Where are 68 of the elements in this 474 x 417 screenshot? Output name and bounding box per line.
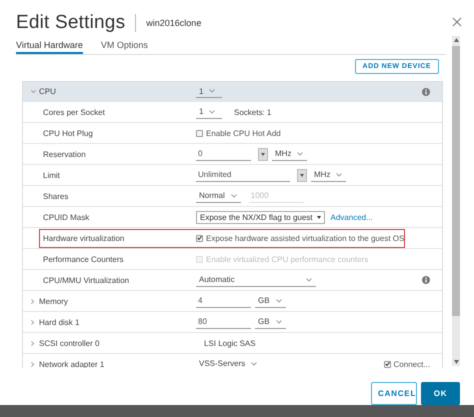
checkbox-label: Connect... [394, 360, 430, 368]
dropdown-arrow-icon[interactable] [261, 152, 265, 156]
input-field: 1000 [248, 190, 304, 202]
select-field[interactable]: GB [255, 294, 286, 308]
caret-icon[interactable] [31, 298, 34, 304]
section-label: SCSI controller 0 [39, 338, 100, 348]
checkbox[interactable] [196, 130, 203, 136]
section-label: CPU [39, 87, 56, 96]
setting-label: CPU Hot Plug [43, 128, 93, 138]
close-icon[interactable] [452, 17, 462, 27]
section-label: Hard disk 1 [39, 318, 80, 326]
select-field[interactable]: Normal [196, 190, 241, 202]
checkbox-label: Enable virtualized CPU performance counters [206, 254, 368, 264]
chevron-icon [297, 152, 304, 156]
dropdown-arrow-icon [316, 216, 321, 218]
tab[interactable]: Virtual Hardware [16, 38, 83, 54]
dropdown-arrow-icon[interactable] [300, 174, 304, 176]
cancel-button[interactable]: CANCEL [371, 382, 417, 405]
setting-label: Shares [43, 192, 68, 200]
select-field[interactable]: Automatic [196, 274, 316, 286]
checkbox[interactable] [196, 234, 203, 242]
scroll-down-icon[interactable] [454, 360, 458, 364]
caret-icon[interactable] [31, 340, 34, 346]
input-field[interactable]: 4 [196, 294, 251, 308]
setting-label: Hardware virtualization [43, 234, 124, 242]
section-label: Memory [39, 296, 68, 306]
info-icon[interactable] [422, 276, 430, 284]
vm-name: win2016clone [146, 18, 202, 28]
scrollbar[interactable] [452, 36, 460, 366]
select-field[interactable]: MHz [272, 148, 308, 160]
setting-label: CPU/MMU Virtualization [43, 276, 130, 284]
checkbox[interactable] [384, 360, 391, 368]
caret-icon[interactable] [31, 320, 34, 324]
chevron-icon [336, 172, 342, 176]
advanced-link[interactable]: Advanced... [330, 212, 373, 222]
chevron-icon [230, 194, 237, 198]
select-field[interactable]: GB [255, 316, 286, 328]
chevron-icon [276, 298, 282, 302]
tab[interactable]: VM Options [100, 38, 148, 54]
select-field[interactable]: 1 [196, 106, 222, 118]
chevron-icon [251, 362, 258, 366]
section-label: Network adapter 1 [39, 360, 104, 368]
setting-label: CPUID Mask [43, 212, 90, 222]
chevron-icon [209, 89, 216, 93]
select-field[interactable]: VSS-Servers [196, 358, 262, 368]
value-text: Sockets: 1 [234, 108, 272, 116]
setting-label: Performance Counters [43, 254, 124, 264]
setting-label: Cores per Socket [43, 108, 105, 116]
caret-icon[interactable] [31, 90, 36, 93]
setting-label: Limit [43, 170, 60, 180]
chevron-icon [276, 320, 282, 324]
chevron-icon [306, 278, 312, 282]
input-field[interactable]: 0 [196, 148, 251, 160]
select-field[interactable]: 1 [196, 85, 222, 98]
dropdown-field[interactable]: Expose the NX/XD flag to guest [196, 210, 325, 224]
ok-button[interactable]: OK [421, 382, 460, 405]
select-field[interactable]: MHz [311, 168, 346, 182]
caret-icon[interactable] [31, 362, 34, 366]
chevron-icon [209, 110, 216, 114]
checkbox-label: Enable CPU Hot Add [206, 128, 281, 138]
checkbox-label: Expose hardware assisted virtualization to the guest OS [206, 234, 404, 242]
setting-label: Reservation [43, 150, 86, 158]
input-field[interactable]: Unlimited [196, 168, 290, 182]
scroll-up-icon[interactable] [454, 38, 458, 42]
dialog-title: Edit Settings [16, 12, 126, 34]
value-text: LSI Logic SAS [204, 338, 256, 348]
input-field[interactable]: 80 [196, 316, 251, 328]
info-icon[interactable] [422, 88, 430, 96]
